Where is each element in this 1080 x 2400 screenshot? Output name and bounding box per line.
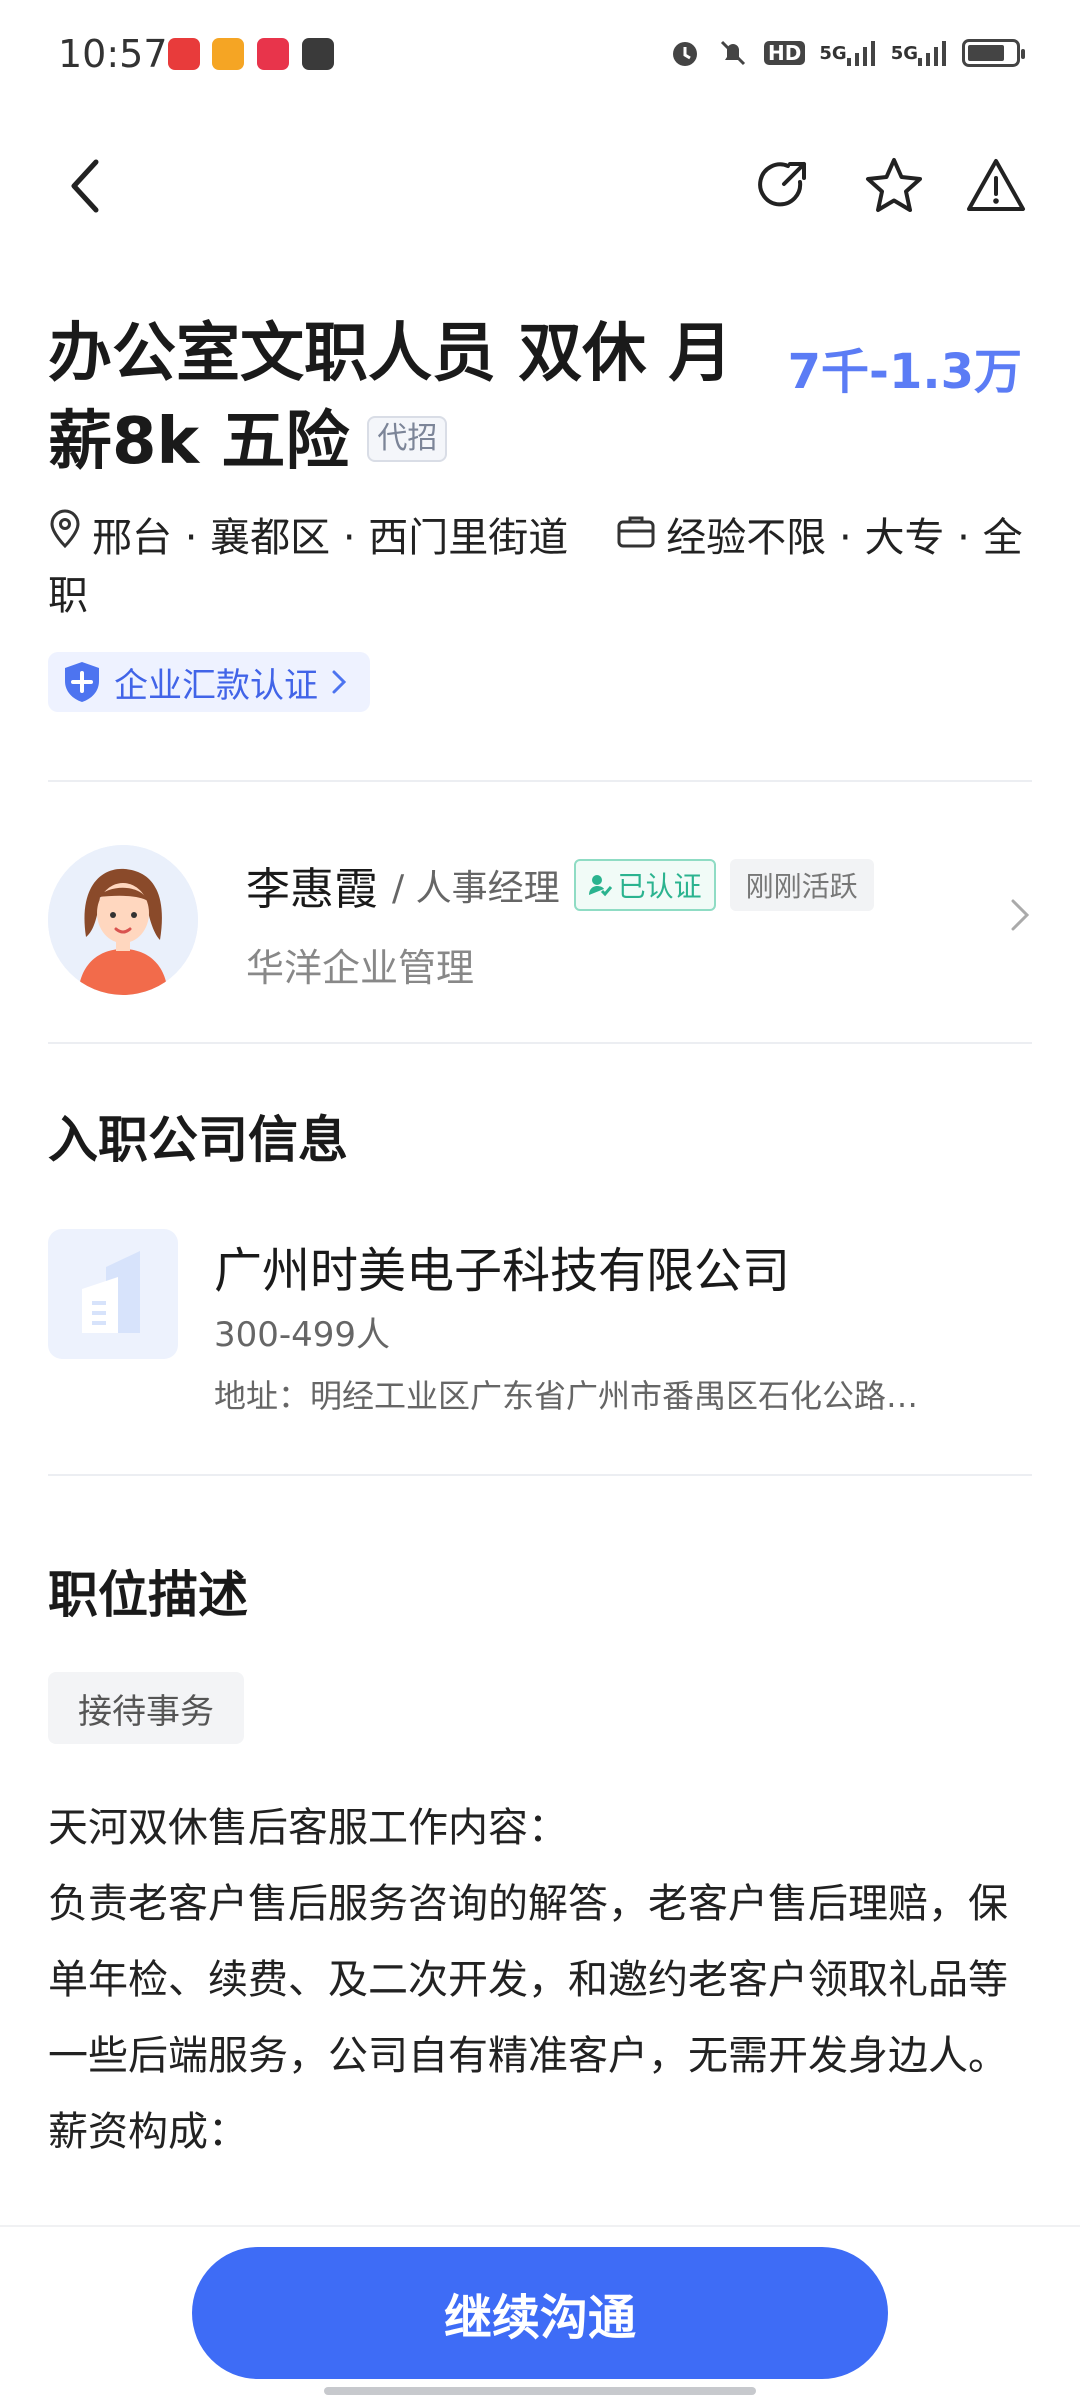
divider <box>48 780 1032 782</box>
hd-icon: HD <box>764 41 806 65</box>
skill-tag: 接待事务 <box>48 1672 244 1744</box>
continue-chat-button[interactable]: 继续沟通 <box>192 2247 888 2379</box>
description-section-title: 职位描述 <box>48 1566 248 1624</box>
recruiter-company: 华洋企业管理 <box>246 946 475 990</box>
app-red-book-icon <box>257 38 289 70</box>
job-header: 办公室文职人员 双休 月薪8k 五险 代招 7千-1.3万 <box>48 310 1032 486</box>
verified-user-icon <box>588 875 612 897</box>
divider <box>48 1474 1032 1476</box>
company-section-title: 入职公司信息 <box>48 1111 348 1169</box>
mute-bell-icon <box>716 36 750 70</box>
job-title-wrap: 办公室文职人员 双休 月薪8k 五险 代招 <box>48 310 768 486</box>
job-description: 天河双休售后客服工作内容： 负责老客户售后服务咨询的解答，老客户售后理赔，保单年… <box>48 1790 1038 2170</box>
alarm-icon <box>668 36 702 70</box>
description-line: 天河双休售后客服工作内容： <box>48 1805 568 1851</box>
job-location: 邢台 · 襄都区 · 西门里街道 <box>92 515 569 561</box>
favorite-button[interactable] <box>858 150 930 222</box>
battery-icon <box>962 39 1025 67</box>
signal-5g-label: 5G <box>890 42 918 64</box>
description-line: 薪资构成： <box>48 2109 248 2155</box>
share-icon <box>758 162 806 207</box>
warning-icon <box>967 159 1025 211</box>
app-orange-play-icon <box>212 38 244 70</box>
divider <box>48 1042 1032 1044</box>
briefcase-icon <box>616 508 656 564</box>
app-red-icon <box>168 38 200 70</box>
chevron-left-icon <box>71 159 99 213</box>
bottom-action-bar: 继续沟通 <box>0 2225 1080 2400</box>
building-icon <box>48 1229 178 1359</box>
location-pin-icon <box>48 508 82 564</box>
signal-5g-label: 5G <box>819 42 847 64</box>
company-payment-verified-chip[interactable]: 企业汇款认证 <box>48 652 370 712</box>
shield-plus-icon <box>65 662 99 702</box>
salary: 7千-1.3万 <box>787 344 1022 400</box>
status-bar: 10:57 HD 5G 5G <box>0 0 1080 115</box>
signal-5g-icon: 5G <box>891 40 948 66</box>
recruiter-card[interactable]: 李惠霞 / 人事经理 已认证 刚刚活跃 华洋企业管理 <box>48 845 1032 995</box>
back-button[interactable] <box>50 150 122 222</box>
status-time: 10:57 <box>58 32 168 76</box>
company-size: 300-499人 <box>214 1315 391 1355</box>
nav-bar <box>0 140 1080 230</box>
company-name: 广州时美电子科技有限公司 <box>214 1243 791 1299</box>
recruiter-role: / 人事经理 <box>392 868 560 909</box>
recruiter-name-line: 李惠霞 / 人事经理 已认证 刚刚活跃 <box>246 853 874 917</box>
chevron-right-icon <box>332 670 347 694</box>
verified-badge: 已认证 <box>573 859 716 911</box>
report-button[interactable] <box>960 150 1032 222</box>
company-address: 地址：明经工业区广东省广州市番禺区石化公路… <box>214 1377 919 1415</box>
verify-label: 企业汇款认证 <box>114 665 318 706</box>
chevron-right-icon <box>1008 895 1032 939</box>
share-button[interactable] <box>748 150 820 222</box>
system-icons: HD 5G 5G <box>668 36 1025 70</box>
proxy-recruit-tag: 代招 <box>367 416 448 463</box>
job-meta: 邢台 · 襄都区 · 西门里街道 经验不限 · 大专 · 全职 <box>48 508 1038 624</box>
verified-badge-label: 已认证 <box>617 870 702 903</box>
active-status-badge: 刚刚活跃 <box>729 859 874 911</box>
recruiter-name: 李惠霞 <box>246 864 378 915</box>
app-dark-message-icon <box>302 38 334 70</box>
avatar <box>48 845 198 995</box>
star-icon <box>866 158 922 212</box>
signal-5g-icon: 5G <box>819 40 876 66</box>
company-card[interactable]: 广州时美电子科技有限公司 300-499人 地址：明经工业区广东省广州市番禺区石… <box>48 1225 1032 1415</box>
home-indicator[interactable] <box>324 2387 756 2395</box>
description-line: 负责老客户售后服务咨询的解答，老客户售后理赔，保单年检、续费、及二次开发，和邀约… <box>48 1881 1008 2079</box>
